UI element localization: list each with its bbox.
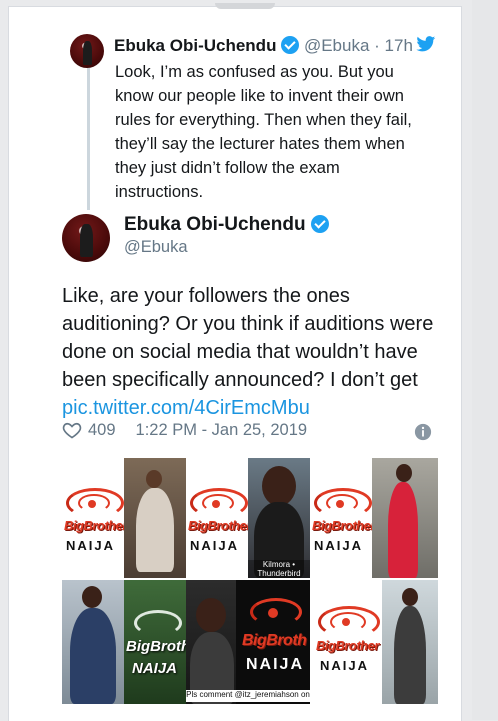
bbn-naija-text: NAIJA	[190, 538, 240, 553]
bbn-naija-text: NAIJA	[246, 656, 305, 673]
media-collage[interactable]: BigBrother NAIJA BigBrother NAIJA Kilmor…	[62, 458, 438, 704]
bbn-logo-text: BigBrother	[64, 518, 124, 533]
quoted-avatar[interactable]	[70, 34, 104, 68]
verified-badge-icon	[281, 36, 300, 54]
bbn-logo-tile: BigBrother NAIJA	[310, 580, 382, 704]
heart-icon[interactable]	[62, 420, 82, 440]
avatar-figure	[80, 223, 93, 258]
main-avatar[interactable]	[62, 214, 110, 262]
bbn-logo-text: BigBrother	[316, 638, 379, 653]
contestant-photo	[382, 580, 438, 704]
like-count[interactable]: 409	[88, 421, 116, 440]
quoted-handle[interactable]: @Ebuka	[304, 36, 369, 55]
photo-caption: Kilmora • Thunderbird	[248, 560, 310, 578]
quoted-time[interactable]: 17h	[385, 36, 413, 55]
screen-edge	[472, 0, 498, 720]
bbn-logo-tile: BigBrother NAIJA	[62, 458, 124, 578]
avatar-figure	[82, 40, 92, 65]
main-display-name[interactable]: Ebuka Obi-Uchendu	[124, 214, 306, 235]
card-handle	[215, 3, 275, 9]
main-tweet-body: Like, are your followers the ones auditi…	[62, 285, 434, 391]
photo-caption: Pls comment @itz_jeremiahson on	[186, 690, 310, 702]
bbn-logo-text: BigBrother	[312, 518, 372, 533]
info-icon[interactable]	[414, 423, 432, 441]
bbn-naija-text: NAIJA	[314, 538, 364, 553]
main-tweet-text: Like, are your followers the ones auditi…	[62, 282, 442, 422]
bbn-logo-text: BigBrother	[188, 518, 248, 533]
bbn-naija-text: NAIJA	[320, 658, 370, 673]
contestant-photo	[62, 580, 124, 704]
media-link[interactable]: pic.twitter.com/4CirEmcMbu	[62, 397, 310, 419]
bbn-logo-text: BigBroth	[242, 632, 307, 649]
contestant-photo	[186, 580, 236, 704]
contestant-photo	[124, 458, 186, 578]
bbn-naija-text: NAIJA	[66, 538, 116, 553]
contestant-photo: Kilmora • Thunderbird	[248, 458, 310, 578]
bbn-logo-tile: BigBrother NAIJA	[310, 458, 372, 578]
twitter-bird-icon[interactable]	[416, 36, 436, 52]
bbn-logo-tile: BigBrother NAIJA	[186, 458, 248, 578]
tweet-meta: 409 1:22 PM - Jan 25, 2019	[62, 420, 307, 440]
verified-badge-icon	[310, 215, 329, 233]
quoted-tweet-text: Look, I’m as confused as you. But you kn…	[115, 63, 412, 201]
bbn-green-tile: BigBrother NAIJA	[124, 580, 186, 704]
quoted-header: Ebuka Obi-Uchendu @Ebuka · 17h	[114, 36, 413, 56]
quoted-display-name[interactable]: Ebuka Obi-Uchendu	[114, 36, 276, 55]
main-handle[interactable]: @Ebuka	[124, 238, 188, 257]
bbn-black-tile: BigBroth NAIJA	[236, 580, 310, 704]
bbn-naija-text: NAIJA	[132, 660, 178, 677]
header-separator: ·	[374, 36, 380, 55]
tweet-timestamp[interactable]: 1:22 PM - Jan 25, 2019	[136, 421, 308, 440]
main-header: Ebuka Obi-Uchendu	[124, 214, 329, 236]
thread-connector	[87, 68, 90, 210]
contestant-photo	[372, 458, 438, 578]
bbn-logo-text: BigBrother	[126, 638, 186, 655]
